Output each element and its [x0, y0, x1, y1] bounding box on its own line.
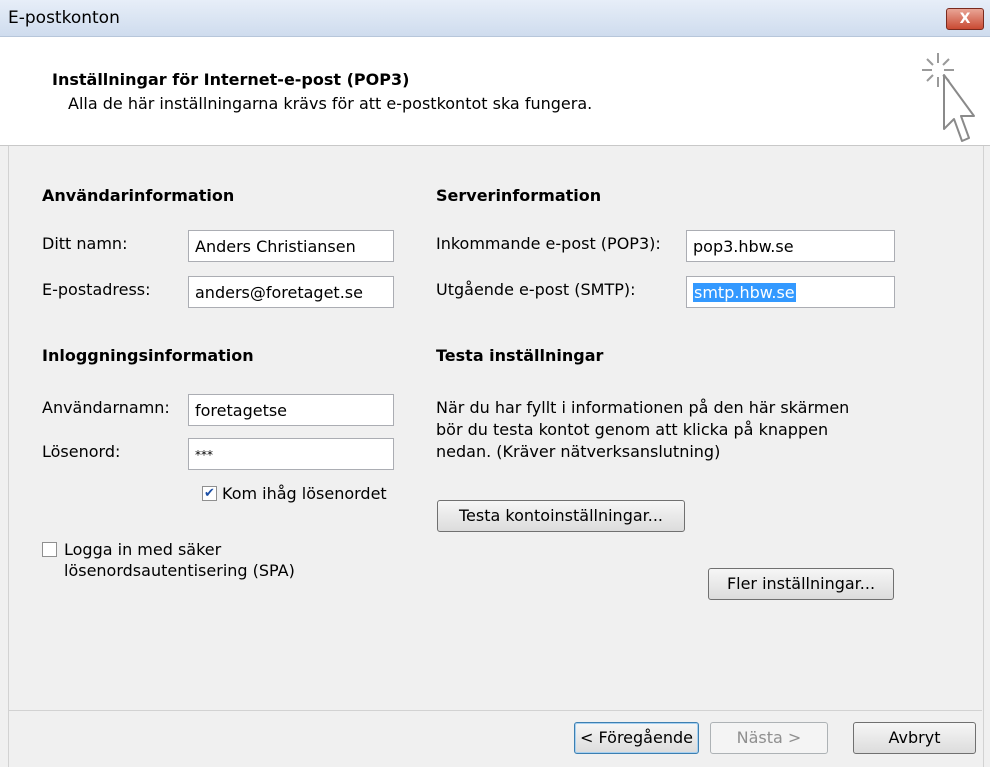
spa-checkbox[interactable]: [42, 542, 57, 557]
more-settings-button[interactable]: Fler inställningar...: [708, 568, 894, 600]
test-description-line1: När du har fyllt i informationen på den …: [436, 398, 850, 417]
username-field[interactable]: foretagetse: [188, 394, 394, 426]
outgoing-server-value: smtp.hbw.se: [693, 283, 796, 302]
wizard-header: Inställningar för Internet-e-post (POP3)…: [0, 37, 990, 146]
divider: [9, 710, 982, 711]
checkmark-icon: ✔: [204, 486, 215, 501]
incoming-server-label: Inkommande e-post (POP3):: [436, 234, 661, 253]
outgoing-server-label: Utgående e-post (SMTP):: [436, 280, 636, 299]
remember-password-checkbox[interactable]: ✔: [202, 486, 217, 501]
test-settings-heading: Testa inställningar: [436, 346, 604, 365]
test-description-line2: bör du testa kontot genom att klicka på …: [436, 420, 829, 439]
window-title: E-postkonton: [8, 8, 120, 28]
outgoing-server-field[interactable]: smtp.hbw.se: [686, 276, 895, 308]
test-account-settings-button[interactable]: Testa kontoinställningar...: [437, 500, 685, 532]
email-label: E-postadress:: [42, 280, 151, 299]
back-button[interactable]: < Föregående: [574, 722, 699, 754]
page-title: Inställningar för Internet-e-post (POP3): [52, 70, 410, 89]
cancel-button[interactable]: Avbryt: [853, 722, 976, 754]
user-info-heading: Användarinformation: [42, 186, 235, 205]
server-info-heading: Serverinformation: [436, 186, 602, 205]
next-button[interactable]: Nästa >: [710, 722, 828, 754]
spa-label-line1[interactable]: Logga in med säker: [64, 540, 221, 559]
name-label: Ditt namn:: [42, 234, 128, 253]
close-button[interactable]: X: [946, 8, 984, 30]
login-info-heading: Inloggningsinformation: [42, 346, 254, 365]
name-field[interactable]: Anders Christiansen: [188, 230, 394, 262]
incoming-server-field[interactable]: pop3.hbw.se: [686, 230, 895, 262]
page-subtitle: Alla de här inställningarna krävs för at…: [68, 94, 593, 113]
spa-label-line2[interactable]: lösenordsautentisering (SPA): [64, 561, 295, 580]
remember-password-label[interactable]: Kom ihåg lösenordet: [222, 484, 387, 503]
password-field[interactable]: ***: [188, 438, 394, 470]
sparkle-cursor-icon: [922, 53, 975, 142]
username-label: Användarnamn:: [42, 398, 170, 417]
email-field[interactable]: anders@foretaget.se: [188, 276, 394, 308]
password-label: Lösenord:: [42, 442, 121, 461]
test-description-line3: nedan. (Kräver nätverksanslutning): [436, 442, 721, 461]
title-bar: E-postkonton X: [0, 0, 990, 37]
